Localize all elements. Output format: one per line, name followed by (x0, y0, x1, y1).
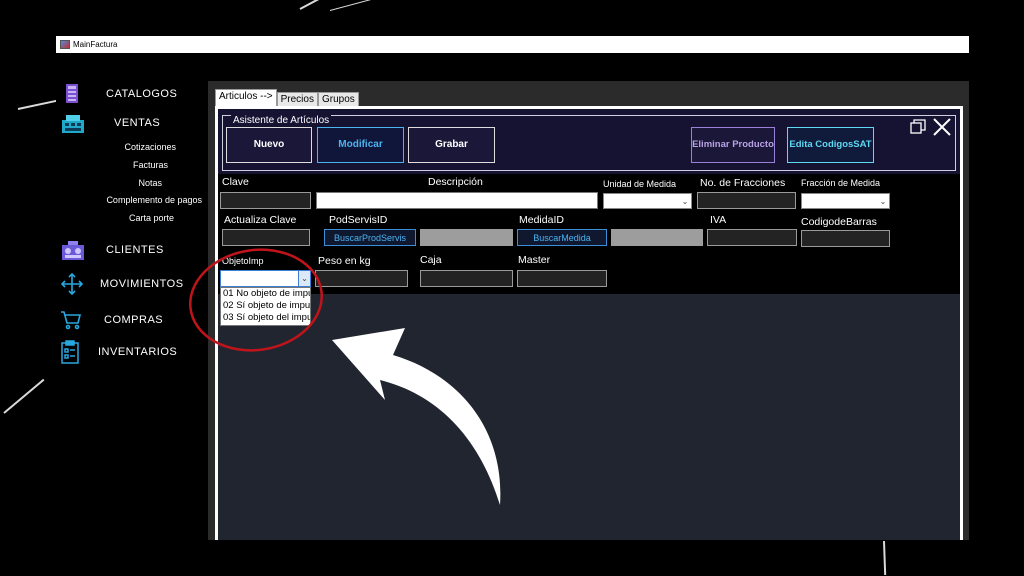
podservis-label: PodServisID (329, 214, 388, 226)
objetoimp-option-03[interactable]: 03 Sí objeto del impuesto (221, 312, 310, 324)
clave-field[interactable] (220, 192, 311, 209)
peso-label: Peso en kg (318, 255, 371, 267)
decorative-streak (299, 0, 363, 10)
grabar-button[interactable]: Grabar (408, 127, 495, 163)
buscar-medida-button[interactable]: BuscarMedida (517, 229, 607, 246)
title-bar: MainFactura (56, 36, 969, 53)
objetoimp-option-01[interactable]: 01 No objeto de impuesto (221, 288, 310, 300)
sidebar-subitem-carta-porte[interactable]: Carta porte (96, 213, 174, 223)
inventory-icon (60, 340, 82, 364)
master-field[interactable] (517, 270, 607, 287)
restore-icon[interactable] (910, 119, 926, 140)
sidebar-subitem-notas[interactable]: Notas (96, 178, 162, 188)
objetoimp-label: ObjetoImp (222, 256, 264, 266)
chevron-down-icon: ⌄ (298, 271, 310, 286)
sidebar-item-label: CLIENTES (106, 244, 164, 256)
sidebar-item-ventas[interactable]: VENTAS (60, 112, 160, 134)
iva-label: IVA (710, 214, 727, 226)
fraccion-medida-label: Fracción de Medida (801, 178, 881, 188)
assistant-panel: Asistente de Artículos Nuevo Modificar G… (218, 109, 960, 174)
modificar-button[interactable]: Modificar (317, 127, 404, 163)
sidebar-item-inventarios[interactable]: INVENTARIOS (60, 340, 178, 364)
descripcion-field[interactable] (316, 192, 598, 209)
articulos-content: Asistente de Artículos Nuevo Modificar G… (218, 109, 960, 540)
unidad-medida-select[interactable]: ⌄ (603, 193, 692, 209)
decorative-streak (3, 378, 45, 414)
actualiza-clave-field[interactable] (222, 229, 310, 246)
sidebar-subitem-cotizaciones[interactable]: Cotizaciones (96, 142, 176, 152)
unidad-medida-label: Unidad de Medida (603, 179, 677, 189)
caja-field[interactable] (420, 270, 513, 287)
main-window: MainFactura CATALOGOS VENTAS Cotizacione… (56, 36, 969, 540)
decorative-streak (17, 99, 58, 110)
clients-icon (60, 239, 86, 261)
main-panel: Articulos --> Precios Grupos Asistente d… (208, 81, 969, 540)
iva-field[interactable] (707, 229, 797, 246)
sidebar-item-label: VENTAS (114, 117, 161, 129)
sidebar-item-catalogos[interactable]: CATALOGOS (62, 83, 177, 105)
clave-label: Clave (222, 176, 249, 188)
move-icon (60, 272, 84, 296)
fraccion-medida-select[interactable]: ⌄ (801, 193, 890, 209)
chevron-down-icon: ⌄ (681, 196, 689, 206)
actualiza-clave-label: Actualiza Clave (224, 214, 297, 226)
descripcion-label: Descripción (428, 176, 483, 188)
sidebar-item-compras[interactable]: COMPRAS (60, 309, 163, 331)
sidebar-item-clientes[interactable]: CLIENTES (60, 239, 164, 261)
medidaid-field[interactable] (611, 229, 703, 246)
sidebar-item-label: INVENTARIOS (98, 346, 178, 358)
assistant-legend: Asistente de Artículos (231, 115, 332, 126)
catalog-icon (62, 83, 84, 105)
sidebar-subitem-facturas[interactable]: Facturas (96, 160, 168, 170)
objetoimp-select[interactable]: ⌄ (220, 270, 311, 287)
podservis-field[interactable] (420, 229, 513, 246)
app-icon (60, 40, 70, 49)
objetoimp-dropdown-list: 01 No objeto de impuesto 02 Sí objeto de… (220, 287, 311, 326)
sidebar-subitem-complemento-pagos[interactable]: Complemento de pagos (76, 195, 202, 205)
buscar-prod-servis-button[interactable]: BuscarProdServis (324, 229, 416, 246)
codigo-barras-field[interactable] (801, 230, 890, 247)
tab-page-articulos: Asistente de Artículos Nuevo Modificar G… (215, 106, 963, 540)
window-controls (910, 117, 952, 142)
eliminar-producto-button[interactable]: Eliminar Producto (691, 127, 775, 163)
sidebar-item-label: MOVIMIENTOS (100, 278, 184, 290)
decorative-streak (329, 0, 389, 11)
codigo-barras-label: CodigodeBarras (801, 216, 877, 228)
objetoimp-option-02[interactable]: 02 Sí objeto de impuesto (221, 300, 310, 312)
peso-field[interactable] (315, 270, 408, 287)
window-title: MainFactura (73, 40, 118, 49)
sidebar-item-movimientos[interactable]: MOVIMIENTOS (60, 272, 184, 296)
sales-icon (60, 112, 86, 134)
article-form: Clave Descripción Unidad de Medida ⌄ No.… (218, 174, 960, 326)
nuevo-button[interactable]: Nuevo (226, 127, 312, 163)
sidebar-item-label: COMPRAS (104, 314, 164, 326)
close-icon[interactable] (932, 117, 952, 142)
edita-codigos-sat-button[interactable]: Edita CodigosSAT (787, 127, 874, 163)
screenshot-stage: MainFactura CATALOGOS VENTAS Cotizacione… (0, 0, 1024, 576)
sidebar-item-label: CATALOGOS (106, 88, 178, 100)
decorative-streak (883, 540, 887, 576)
sidebar: CATALOGOS VENTAS Cotizaciones Facturas N… (56, 53, 206, 540)
fracciones-label: No. de Fracciones (700, 177, 786, 189)
cart-icon (60, 309, 82, 331)
chevron-down-icon: ⌄ (879, 196, 887, 206)
master-label: Master (518, 254, 551, 266)
caja-label: Caja (420, 254, 442, 266)
fracciones-field[interactable] (697, 192, 796, 209)
medidaid-label: MedidaID (519, 214, 564, 226)
